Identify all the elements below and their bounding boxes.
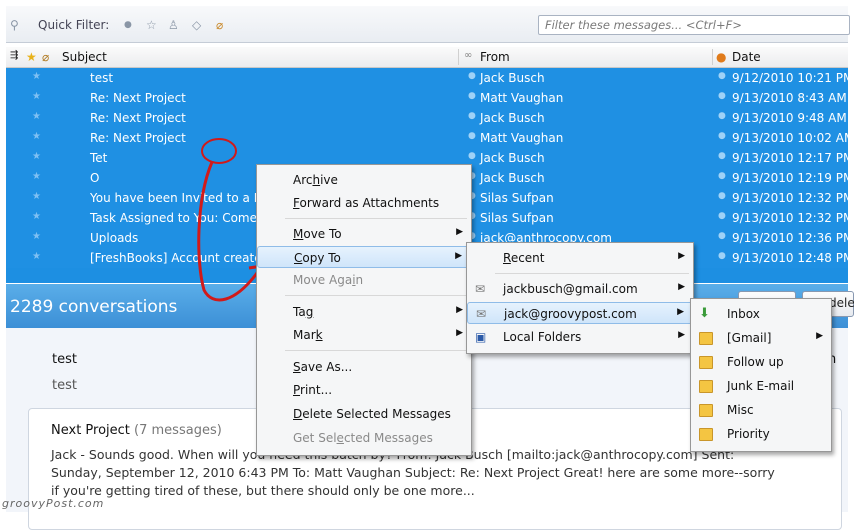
menu-label: Junk E-mail: [727, 379, 795, 393]
menu-item-delete-selected[interactable]: Delete Selected Messages: [257, 403, 471, 425]
menu-label: Archive: [293, 173, 338, 187]
menu-item-archive[interactable]: Archive: [257, 169, 471, 191]
menu-label: [Gmail]: [727, 331, 772, 345]
folder-icon: [699, 404, 713, 417]
menu-item-save-as[interactable]: Save As...: [257, 356, 471, 378]
menu-separator: [285, 295, 467, 296]
submenu-item-groovypost-account[interactable]: ✉ jack@groovypost.com ▶: [467, 302, 693, 324]
menu-separator: [285, 218, 467, 219]
menu-item-forward-as-attachments[interactable]: Forward as Attachments: [257, 192, 471, 214]
menu-label: Tag: [293, 305, 314, 319]
submenu-item-recent[interactable]: Recent ▶: [467, 247, 693, 269]
folder-icon: [699, 356, 713, 369]
folder-item-junk-email[interactable]: Junk E-mail: [691, 375, 831, 397]
menu-label: Priority: [727, 427, 770, 441]
menu-label: jackbusch@gmail.com: [503, 282, 638, 296]
menu-label: Print...: [293, 383, 333, 397]
menu-label: Mark: [293, 328, 323, 342]
menu-item-copy-to[interactable]: Copy To ▶: [257, 246, 471, 268]
menu-separator: [495, 273, 689, 274]
menu-label: Inbox: [727, 307, 760, 321]
menu-label: Copy To: [294, 251, 341, 265]
submenu-arrow-icon: ▶: [677, 307, 684, 317]
menu-label: Move To: [293, 227, 342, 241]
submenu-arrow-icon: ▶: [678, 251, 685, 261]
folder-icon: [699, 428, 713, 441]
folder-item-gmail[interactable]: [Gmail] ▶: [691, 327, 831, 349]
submenu-arrow-icon: ▶: [456, 328, 463, 338]
menu-separator: [285, 350, 467, 351]
folder-item-misc[interactable]: Misc: [691, 399, 831, 421]
submenu-item-local-folders[interactable]: ▣ Local Folders ▶: [467, 326, 693, 348]
submenu-item-gmail-account[interactable]: ✉ jackbusch@gmail.com ▶: [467, 278, 693, 300]
folder-icon: [699, 380, 713, 393]
submenu-arrow-icon: ▶: [456, 227, 463, 237]
submenu-arrow-icon: ▶: [816, 331, 823, 341]
context-menu: Archive Forward as Attachments Move To ▶ …: [256, 164, 472, 456]
menu-item-move-to[interactable]: Move To ▶: [257, 223, 471, 245]
menu-item-mark[interactable]: Mark ▶: [257, 324, 471, 346]
menu-item-print[interactable]: Print...: [257, 379, 471, 401]
mail-account-icon: ✉: [476, 307, 487, 321]
watermark: groovyPost.com: [2, 497, 105, 510]
folder-item-priority[interactable]: Priority: [691, 423, 831, 445]
menu-item-tag[interactable]: Tag ▶: [257, 301, 471, 323]
menu-label: Get Selected Messages: [293, 431, 433, 445]
submenu-arrow-icon: ▶: [456, 305, 463, 315]
folder-item-inbox[interactable]: ⬇ Inbox: [691, 303, 831, 325]
mail-account-icon: ✉: [475, 282, 486, 296]
folder-submenu: ⬇ Inbox [Gmail] ▶ Follow up Junk E-mail Mi…: [690, 298, 832, 452]
menu-label: Recent: [503, 251, 545, 265]
menu-item-move-again: Move Again: [257, 269, 471, 291]
menu-label: Save As...: [293, 360, 353, 374]
menu-label: Move Again: [293, 273, 364, 287]
menu-label: Follow up: [727, 355, 784, 369]
menu-item-get-selected: Get Selected Messages: [257, 427, 471, 449]
menu-label: Misc: [727, 403, 754, 417]
submenu-arrow-icon: ▶: [455, 251, 462, 261]
folder-icon: [699, 332, 713, 345]
menu-label: Local Folders: [503, 330, 582, 344]
menu-label: Forward as Attachments: [293, 196, 440, 210]
copy-to-submenu: Recent ▶ ✉ jackbusch@gmail.com ▶ ✉ jack@groo…: [466, 242, 694, 354]
inbox-icon: ⬇: [699, 306, 710, 321]
submenu-arrow-icon: ▶: [678, 282, 685, 292]
submenu-arrow-icon: ▶: [678, 330, 685, 340]
menu-label: jack@groovypost.com: [504, 307, 637, 321]
menu-label: Delete Selected Messages: [293, 407, 451, 421]
folder-item-follow-up[interactable]: Follow up: [691, 351, 831, 373]
computer-icon: ▣: [475, 330, 487, 344]
